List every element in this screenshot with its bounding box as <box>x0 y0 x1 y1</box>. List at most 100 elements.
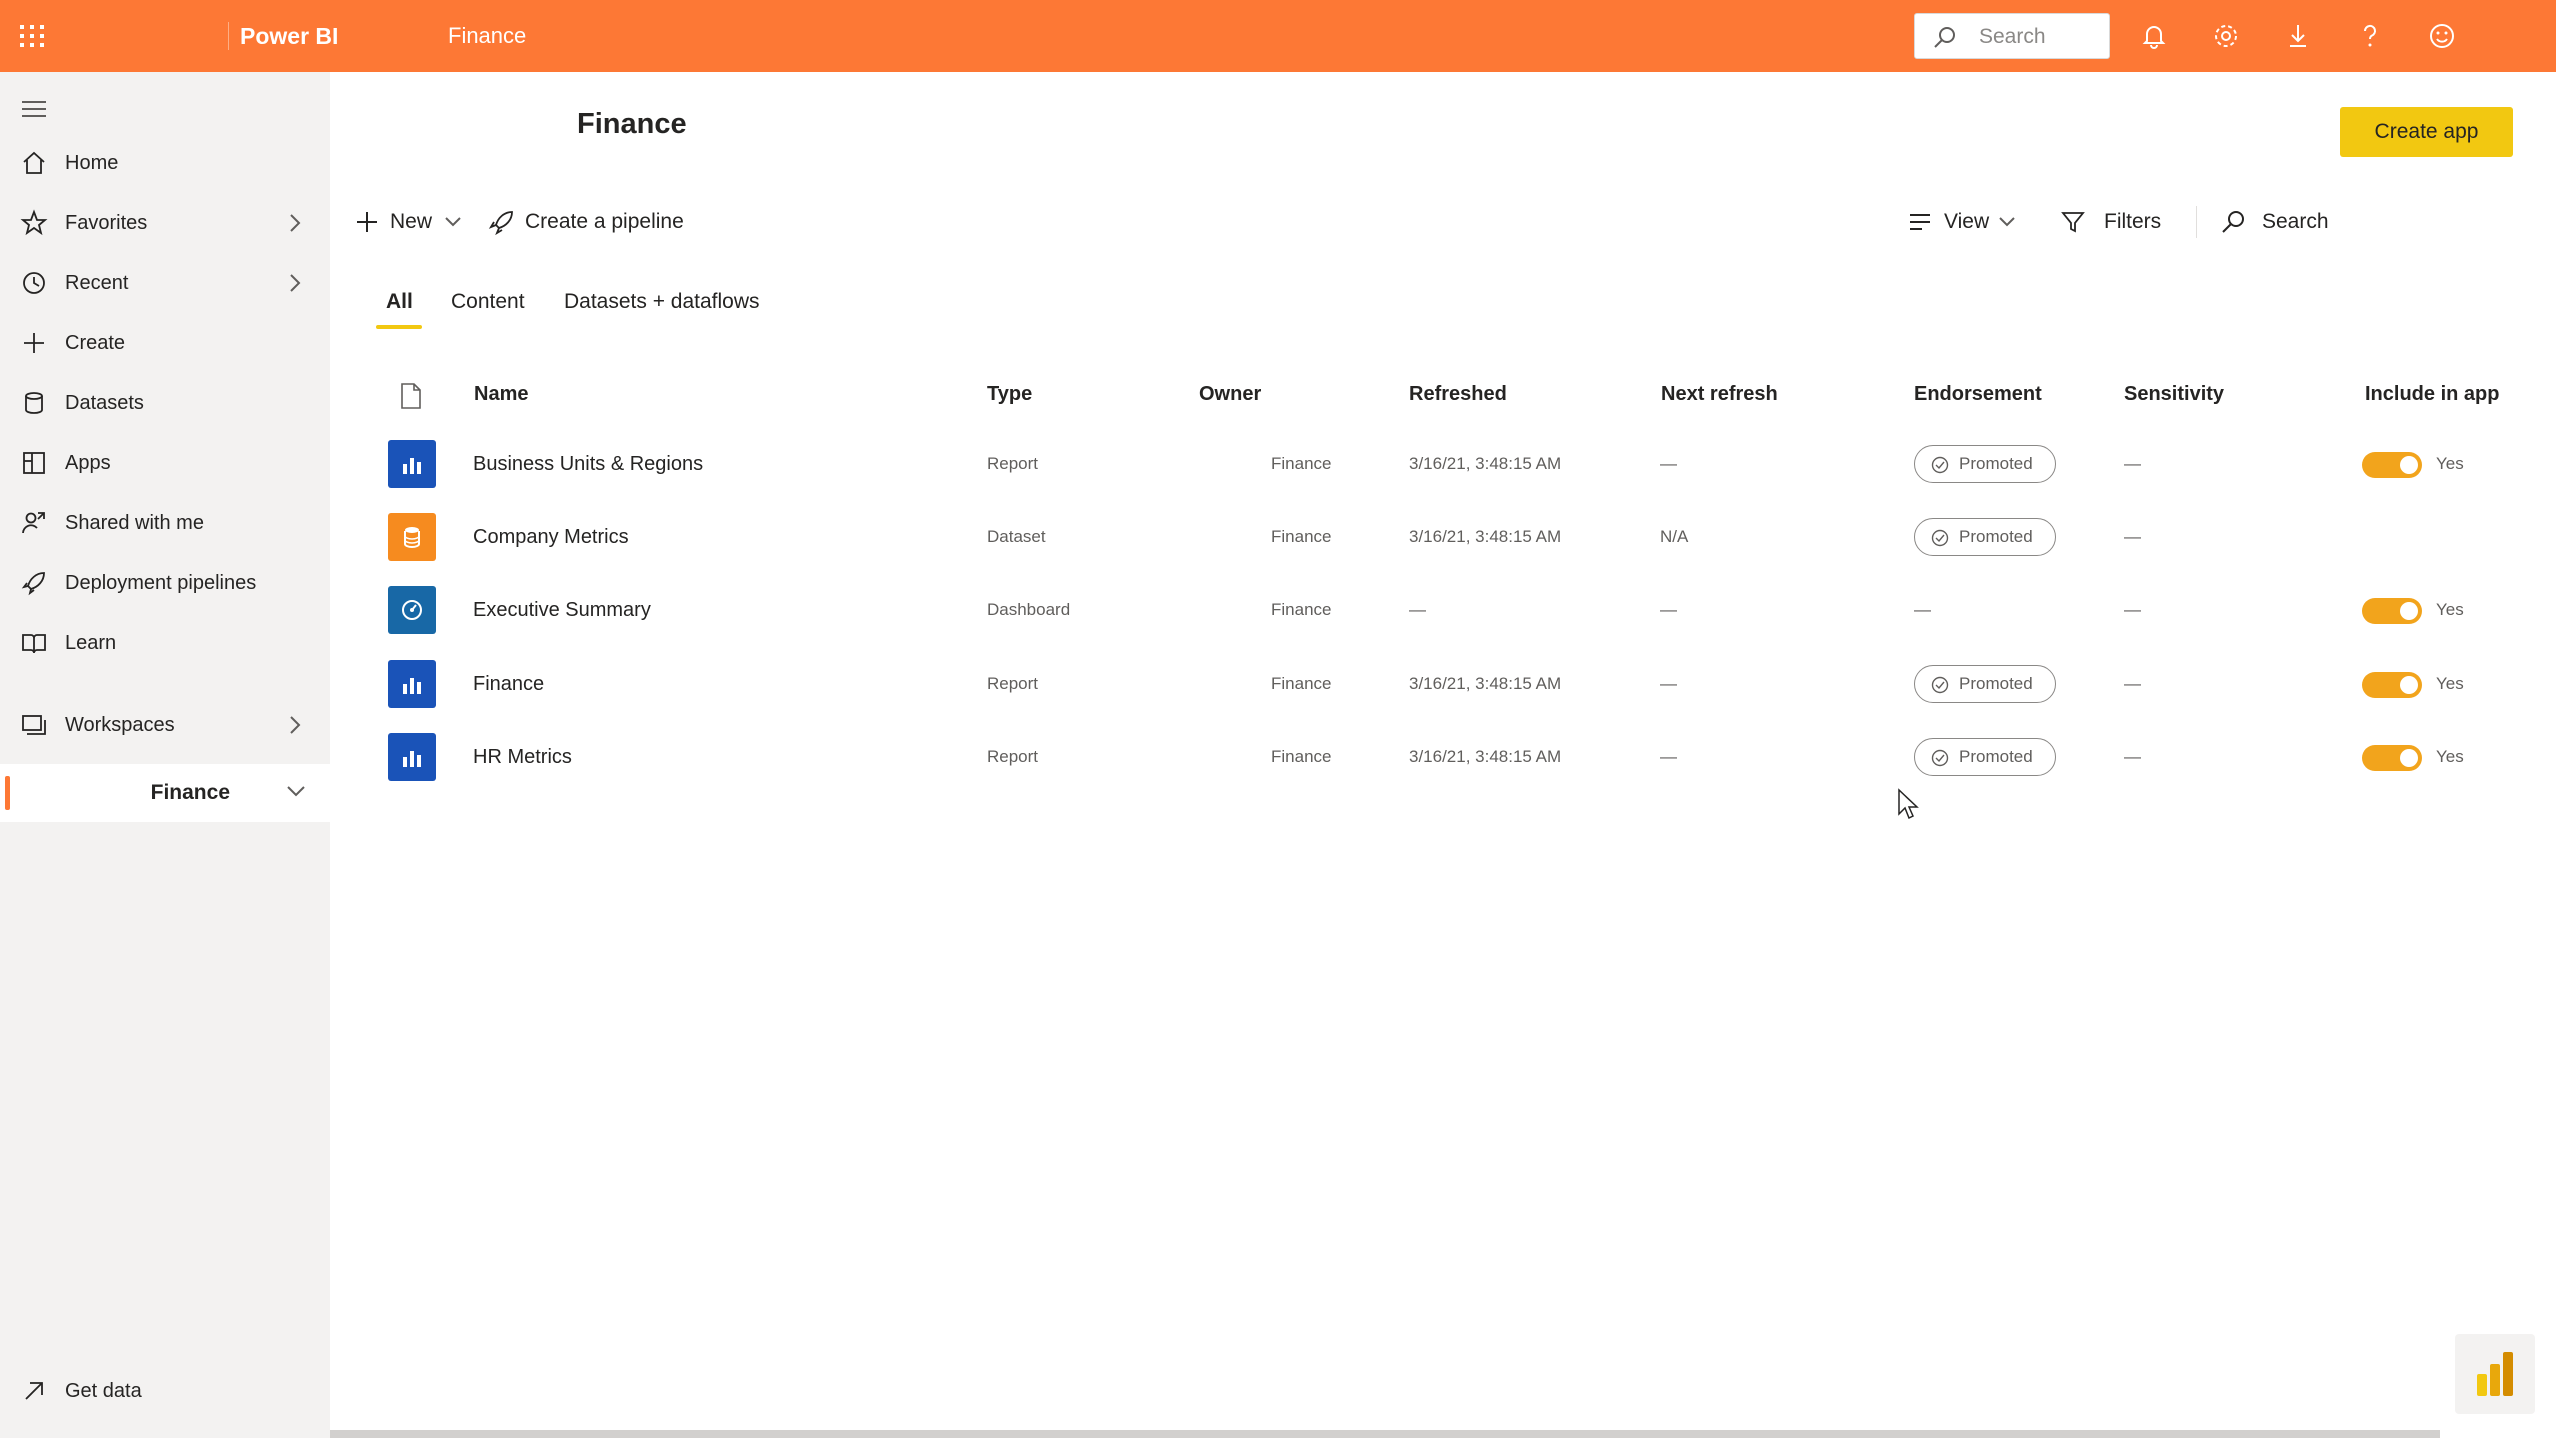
tab-all[interactable]: All <box>386 290 413 314</box>
dataset-tile <box>388 513 436 561</box>
dataset-icon <box>404 527 420 548</box>
report-tile <box>388 733 436 781</box>
item-type: Report <box>987 674 1039 693</box>
item-type: Report <box>987 454 1039 473</box>
power-bi-logo <box>2455 1334 2535 1414</box>
item-owner: Finance <box>1271 527 1332 546</box>
chevron-right-icon[interactable] <box>288 715 302 735</box>
nav-home[interactable]: Home <box>0 134 330 192</box>
include-in-app-value: Yes <box>2436 674 2464 693</box>
item-name[interactable]: Finance <box>473 648 544 720</box>
report-icon <box>403 751 421 767</box>
app-launcher-icon[interactable] <box>18 24 46 48</box>
table-row[interactable]: Executive Summary Dashboard Finance — — … <box>360 574 2550 644</box>
nav-pipelines-label: Deployment pipelines <box>65 572 257 594</box>
search-icon <box>1934 27 1955 48</box>
create-pipeline-button[interactable]: Create a pipeline <box>488 208 688 236</box>
arrow-up-right-icon <box>25 1382 43 1400</box>
new-button[interactable]: New <box>354 208 466 236</box>
create-pipeline-label: Create a pipeline <box>525 210 684 233</box>
item-refreshed: 3/16/21, 3:48:15 AM <box>1409 674 1562 693</box>
mouse-cursor-icon <box>1898 788 1919 820</box>
download-icon[interactable] <box>2284 22 2312 50</box>
database-icon <box>25 392 43 414</box>
item-type: Dataset <box>987 527 1046 546</box>
chevron-right-icon[interactable] <box>288 213 302 233</box>
item-name[interactable]: Company Metrics <box>473 501 629 573</box>
nav-recent-label: Recent <box>65 272 129 294</box>
nav-create-label: Create <box>65 332 126 354</box>
brand-name[interactable]: Power BI <box>240 0 338 72</box>
rocket-icon <box>21 572 45 596</box>
column-header-refreshed[interactable]: Refreshed <box>1409 380 1507 408</box>
column-header-owner[interactable]: Owner <box>1199 380 1261 408</box>
help-icon[interactable] <box>2356 22 2384 50</box>
item-name[interactable]: HR Metrics <box>473 721 572 793</box>
nav-workspaces[interactable]: Workspaces <box>0 696 330 754</box>
page-title: Finance <box>577 108 687 140</box>
nav-create[interactable]: Create <box>0 314 330 372</box>
filters-button[interactable]: Filters <box>2060 208 2170 236</box>
column-header-next-refresh[interactable]: Next refresh <box>1661 380 1778 408</box>
table-row[interactable]: Company Metrics Dataset Finance 3/16/21,… <box>360 501 2550 571</box>
column-header-endorsement[interactable]: Endorsement <box>1914 380 2042 408</box>
active-tab-indicator <box>376 325 422 329</box>
table-row[interactable]: Business Units & Regions Report Finance … <box>360 428 2550 498</box>
report-tile <box>388 660 436 708</box>
book-icon <box>22 634 46 654</box>
nav-learn-label: Learn <box>65 632 117 654</box>
hamburger-collapse-icon[interactable] <box>22 100 46 118</box>
nav-get-data[interactable]: Get data <box>0 1362 330 1420</box>
view-label: View <box>1944 210 1990 233</box>
content-search-placeholder: Search <box>2262 210 2329 233</box>
item-refreshed: 3/16/21, 3:48:15 AM <box>1409 527 1562 546</box>
nav-favorites[interactable]: Favorites <box>0 194 330 252</box>
item-name[interactable]: Executive Summary <box>473 574 651 646</box>
nav-datasets[interactable]: Datasets <box>0 374 330 432</box>
bell-icon[interactable] <box>2140 22 2168 50</box>
item-sensitivity: — <box>2124 674 2141 693</box>
view-dropdown[interactable]: View <box>1908 208 2018 236</box>
breadcrumb-workspace[interactable]: Finance <box>448 0 526 72</box>
endorsement-badge: Promoted <box>1914 665 2056 703</box>
table-row[interactable]: HR Metrics Report Finance 3/16/21, 3:48:… <box>360 721 2550 791</box>
horizontal-scrollbar[interactable] <box>330 1430 2440 1438</box>
top-bar: Power BI Finance Search <box>0 0 2556 72</box>
report-tile <box>388 440 436 488</box>
column-header-include-in-app[interactable]: Include in app <box>2365 380 2499 408</box>
create-app-button[interactable]: Create app <box>2340 107 2513 157</box>
item-owner: Finance <box>1271 454 1332 473</box>
brand-divider <box>228 22 229 50</box>
nav-favorites-label: Favorites <box>65 212 148 234</box>
column-header-sensitivity[interactable]: Sensitivity <box>2124 380 2224 408</box>
gear-icon[interactable] <box>2212 22 2240 50</box>
table-row[interactable]: Finance Report Finance 3/16/21, 3:48:15 … <box>360 648 2550 718</box>
include-in-app-toggle[interactable] <box>2362 452 2422 478</box>
tab-content[interactable]: Content <box>451 290 525 314</box>
item-name[interactable]: Business Units & Regions <box>473 428 703 500</box>
nav-apps[interactable]: Apps <box>0 434 330 492</box>
chevron-right-icon[interactable] <box>288 273 302 293</box>
chevron-down-icon[interactable] <box>286 784 306 798</box>
feedback-smiley-icon[interactable] <box>2428 22 2456 50</box>
include-in-app-toggle[interactable] <box>2362 598 2422 624</box>
nav-deployment-pipelines[interactable]: Deployment pipelines <box>0 554 330 612</box>
left-nav-pane: Home Favorites Recent Create Datasets Ap… <box>0 72 330 1438</box>
endorsement-badge: Promoted <box>1914 445 2056 483</box>
content-search-input[interactable]: Search <box>2220 208 2360 236</box>
include-in-app-toggle[interactable] <box>2362 745 2422 771</box>
report-icon <box>403 458 421 474</box>
toggle-knob <box>2400 676 2418 694</box>
check-circle-icon <box>1931 749 1949 767</box>
nav-recent[interactable]: Recent <box>0 254 330 312</box>
endorsement-badge: Promoted <box>1914 518 2056 556</box>
column-header-type[interactable]: Type <box>987 380 1032 408</box>
chevron-down-icon <box>1999 217 2015 227</box>
nav-shared-with-me[interactable]: Shared with me <box>0 494 330 552</box>
tab-datasets-dataflows[interactable]: Datasets + dataflows <box>564 290 760 314</box>
column-header-name[interactable]: Name <box>474 380 528 408</box>
include-in-app-toggle[interactable] <box>2362 672 2422 698</box>
nav-learn[interactable]: Learn <box>0 614 330 672</box>
nav-active-workspace[interactable]: Finance <box>0 764 330 822</box>
global-search-input[interactable]: Search <box>1914 13 2110 59</box>
